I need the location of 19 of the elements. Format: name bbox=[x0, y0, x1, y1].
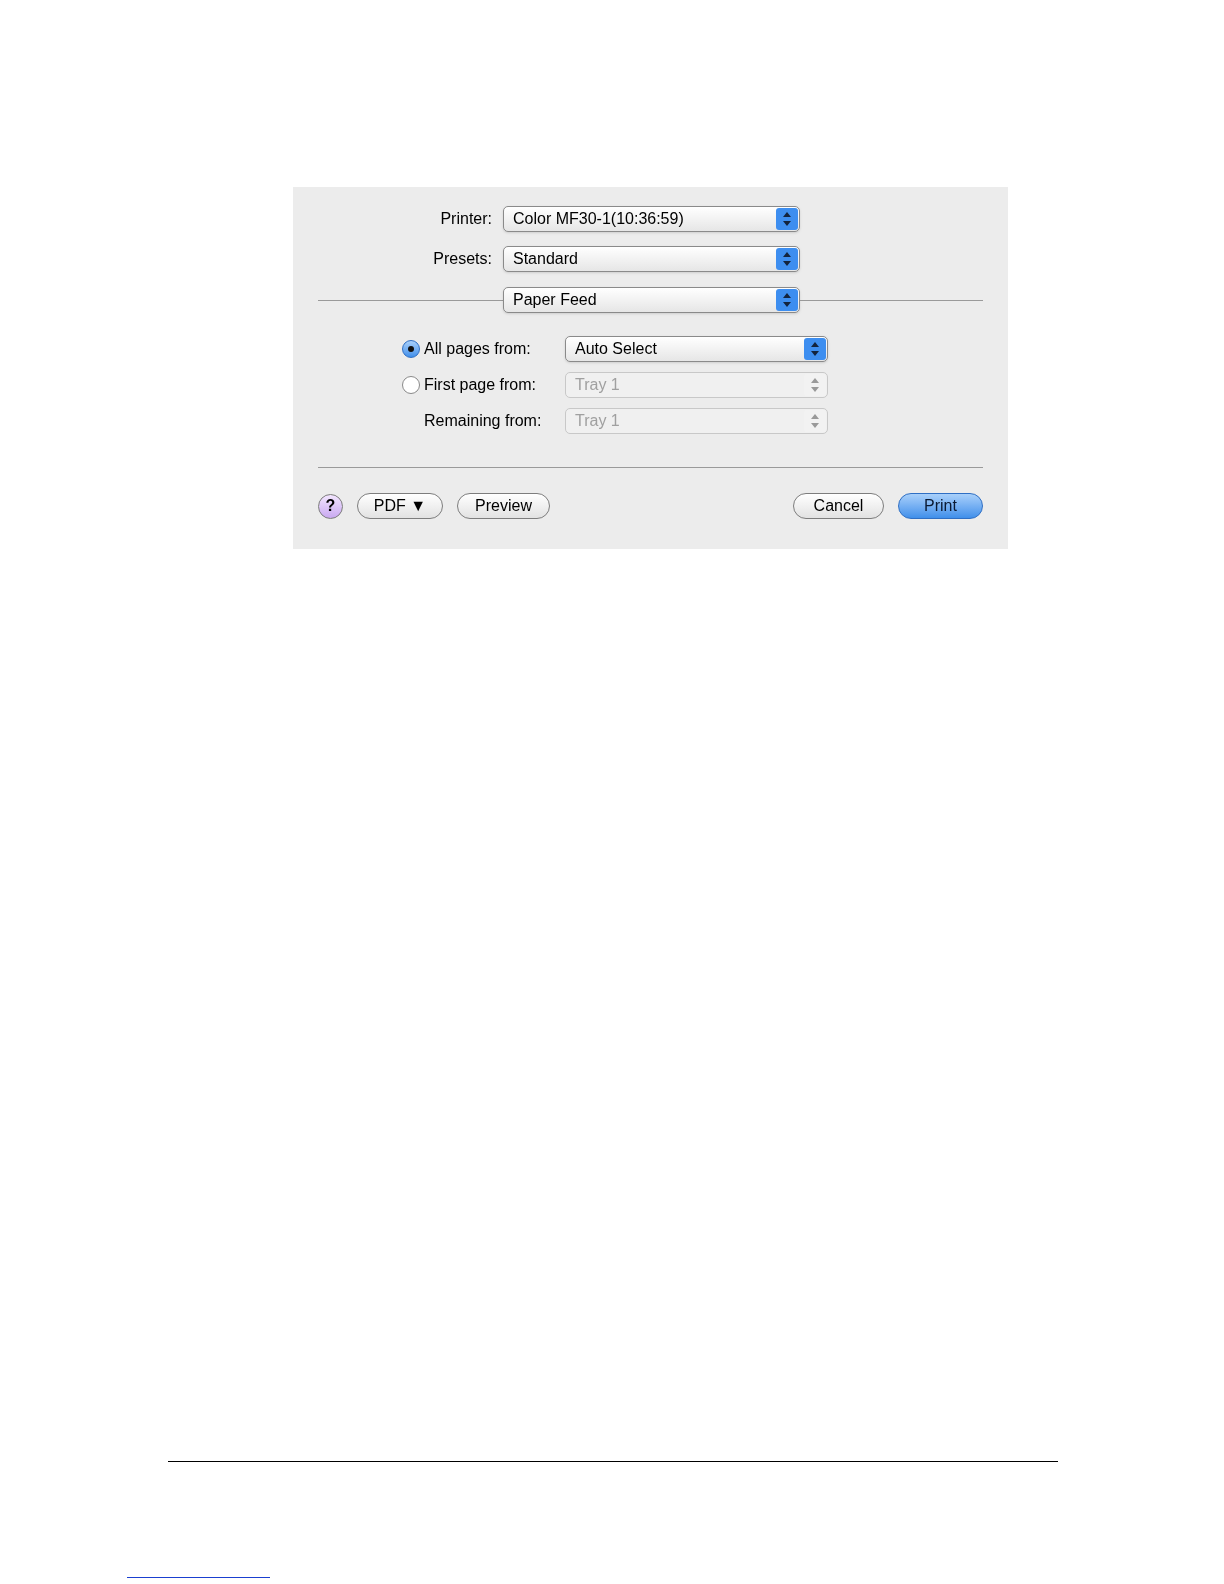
stepper-icon bbox=[776, 289, 798, 311]
radio-button[interactable] bbox=[402, 340, 420, 358]
field-label: Remaining from: bbox=[424, 411, 542, 431]
popup-menu[interactable]: Auto Select bbox=[565, 336, 828, 362]
field-label: Printer: bbox=[439, 209, 492, 229]
stepper-icon bbox=[804, 338, 826, 360]
stepper-icon bbox=[776, 248, 798, 270]
popup-menu[interactable]: Color MF30-1(10:36:59) bbox=[503, 206, 800, 232]
field-label: Presets: bbox=[432, 249, 492, 269]
popup-menu[interactable]: Paper Feed bbox=[503, 287, 800, 313]
popup-menu[interactable]: Standard bbox=[503, 246, 800, 272]
stepper-icon bbox=[776, 208, 798, 230]
dialog-button[interactable]: Cancel bbox=[793, 493, 884, 519]
dialog-button[interactable]: Preview bbox=[457, 493, 550, 519]
dialog-button[interactable]: PDF ▼ bbox=[357, 493, 443, 519]
field-label: First page from: bbox=[424, 375, 537, 395]
help-button[interactable]: ? bbox=[318, 493, 343, 519]
field-label: All pages from: bbox=[424, 339, 531, 359]
dialog-button[interactable]: Print bbox=[898, 493, 983, 519]
